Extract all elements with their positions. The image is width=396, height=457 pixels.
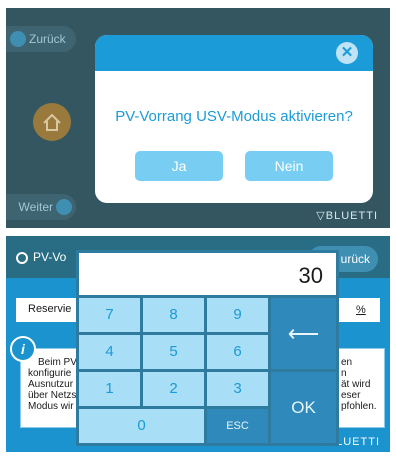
key-2[interactable]: 2 [143,372,204,406]
back-arrow-icon [10,31,26,47]
key-4[interactable]: 4 [79,335,140,369]
info-text-left: Modus wir [28,401,74,412]
backspace-icon[interactable]: ⟵ [271,298,336,369]
forward-arrow-icon [56,199,72,215]
next-button[interactable]: Weiter [6,194,76,220]
brand-text: BLUETTI [325,210,378,222]
back-button-label: Zurück [29,32,66,46]
brand-mark-icon: ▽ [316,210,326,222]
back-button[interactable]: Zurück [6,26,76,52]
info-text-left: konfigurie [28,368,72,379]
ok-button[interactable]: OK [271,372,336,443]
info-text-right: en [341,357,353,368]
esc-key[interactable]: ESC [207,409,268,443]
close-icon[interactable]: ✕ [336,42,358,64]
dialog-header [95,35,373,71]
info-text-right: pfohlen. [341,401,377,412]
home-icon [43,113,61,131]
numeric-keypad: 30 7 8 9 4 5 6 1 2 3 0 ESC ⟵ OK [76,250,339,446]
next-button-label: Weiter [18,200,53,214]
brand-logo: ▽BLUETTI [316,209,378,222]
page-title: PV-Vo [16,250,66,264]
home-button[interactable] [33,103,71,141]
confirm-dialog: ✕ PV-Vorrang USV-Modus aktivieren? Ja Ne… [95,35,373,203]
yes-button[interactable]: Ja [135,151,223,181]
confirm-screen: Zurück Weiter ▽BLUETTI ✕ PV-Vorrang USV-… [6,8,390,228]
key-7[interactable]: 7 [79,298,140,332]
gear-icon [16,252,28,264]
key-8[interactable]: 8 [143,298,204,332]
key-6[interactable]: 6 [207,335,268,369]
key-9[interactable]: 9 [207,298,268,332]
reserve-label: Reservie [28,303,72,315]
percent-unit: % [356,304,366,316]
page-title-text: PV-Vo [33,250,67,264]
info-text-left: Ausnutzur [28,379,74,390]
key-5[interactable]: 5 [143,335,204,369]
info-text-right: ät wird [341,379,371,390]
keypad-screen: PV-Vo urück Reservie % i Beim PV konfigu… [6,236,390,452]
key-0[interactable]: 0 [79,409,204,443]
dialog-message: PV-Vorrang USV-Modus aktivieren? [115,108,353,125]
no-button[interactable]: Nein [245,151,333,181]
key-3[interactable]: 3 [207,372,268,406]
info-text-left: über Netzs [28,390,77,401]
key-1[interactable]: 1 [79,372,140,406]
keypad-value: 30 [298,263,323,288]
info-text-right: eser [341,390,361,401]
info-text-right: n [341,368,347,379]
info-text-left: Beim PV [38,357,77,368]
